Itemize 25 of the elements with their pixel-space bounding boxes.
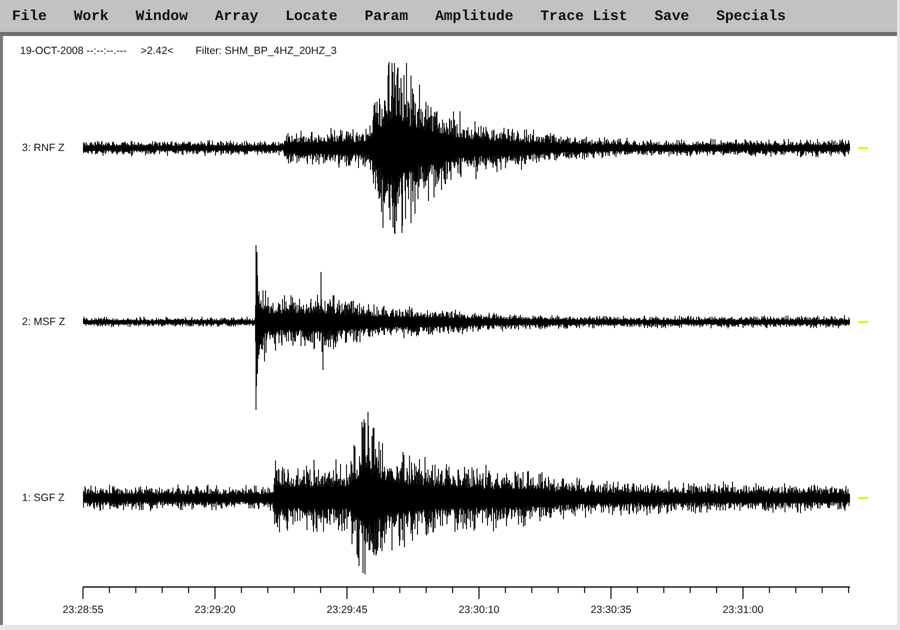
trace-marker [858,147,868,149]
time-label: 23:28:55 [62,604,104,616]
time-label: 23:31:00 [722,604,764,616]
amplitude-value: >2.42< [140,45,174,57]
menu-item[interactable]: Window [136,9,188,25]
trace-marker [858,321,868,323]
menu-item[interactable]: Save [654,9,690,25]
date-time: 19-OCT-2008 --:--:--.--- [20,45,127,57]
time-label: 23:30:35 [590,604,632,616]
menu-item[interactable]: Array [214,9,258,25]
trace-marker [858,497,868,499]
time-label: 23:30:10 [458,604,500,616]
menu-item[interactable]: Locate [285,9,338,25]
menu-item[interactable]: Param [364,9,408,25]
trace-label: 3: RNF Z [21,142,66,154]
trace-label: 2: MSF Z [21,316,66,328]
menu-item[interactable]: File [12,9,47,25]
menu-item[interactable]: Specials [716,9,786,25]
time-label: 23:29:20 [194,604,236,616]
time-label: 23:29:45 [326,604,368,616]
menu-item[interactable]: Amplitude [435,9,514,25]
menu-item[interactable]: Trace List [540,9,628,25]
menu-item[interactable]: Work [74,9,109,25]
filter-name: Filter: SHM_BP_4HZ_20HZ_3 [195,45,337,57]
trace-label: 1: SGF Z [21,492,66,504]
